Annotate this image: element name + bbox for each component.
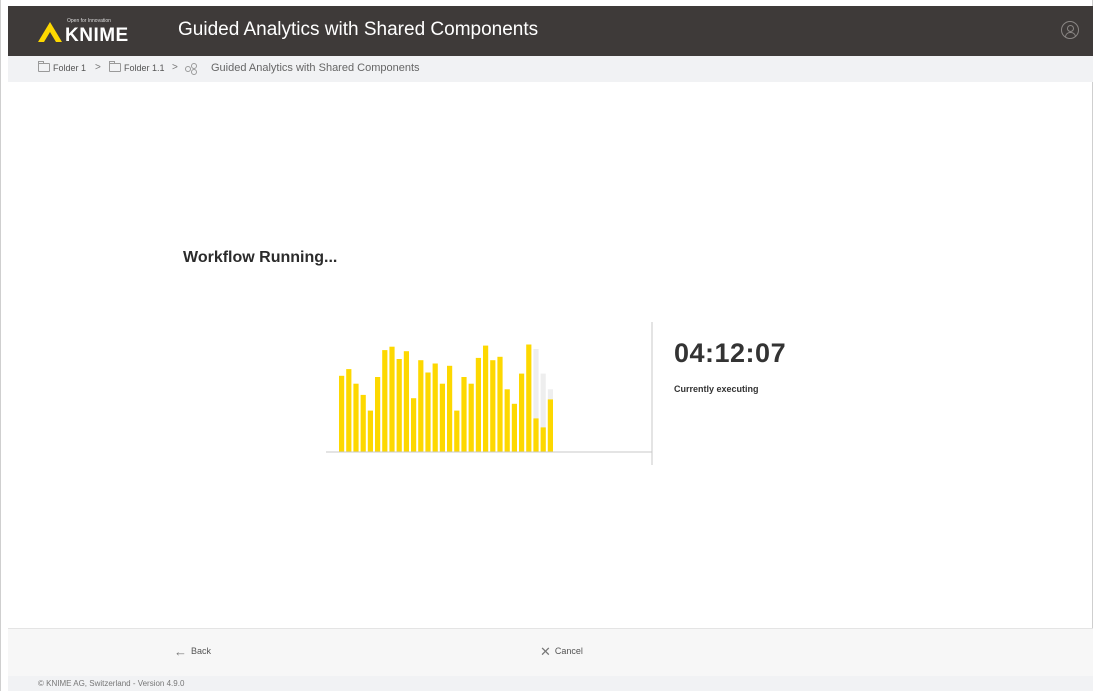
chart-bar — [519, 373, 525, 452]
chart-bar — [475, 357, 481, 452]
chart-bar — [540, 427, 546, 452]
breadcrumb: Folder 1 > Folder 1.1 > Guided Analytics… — [8, 56, 1093, 82]
breadcrumb-current: Guided Analytics with Shared Components — [211, 62, 420, 74]
chart-bar — [346, 369, 352, 452]
chart-bar — [533, 418, 539, 452]
execution-status: Currently executing — [674, 384, 759, 394]
chart-bar — [432, 363, 438, 452]
chart-bar — [483, 345, 489, 452]
chart-bar — [511, 403, 517, 452]
chart-bars — [339, 344, 553, 452]
copyright-bar: © KNIME AG, Switzerland - Version 4.9.0 — [8, 676, 1093, 691]
chart-bar — [375, 377, 381, 452]
chart-bar — [353, 383, 359, 452]
logo-wordmark: KNIME — [65, 25, 129, 46]
copyright-text: © KNIME AG, Switzerland - Version 4.9.0 — [38, 679, 185, 688]
breadcrumb-item-folder-1-1[interactable]: Folder 1.1 — [109, 61, 165, 73]
chart-bar — [504, 389, 510, 452]
chart-bar — [497, 356, 503, 452]
top-bar: Open for Innovation KNIME Guided Analyti… — [8, 6, 1093, 56]
chart-bar — [468, 383, 474, 452]
chart-bar — [360, 394, 366, 452]
chart-bar — [411, 398, 417, 452]
chart-bar — [389, 346, 395, 452]
close-icon: ✕ — [540, 644, 551, 659]
elapsed-timer: 04:12:07 — [674, 338, 787, 368]
user-account-icon[interactable] — [1061, 21, 1079, 39]
progress-chart — [326, 322, 653, 465]
workflow-icon — [185, 63, 197, 75]
cancel-button[interactable]: ✕ Cancel — [540, 644, 583, 660]
chart-bar — [439, 383, 445, 452]
chart-bar — [396, 359, 402, 452]
page-title: Guided Analytics with Shared Components — [178, 19, 539, 40]
breadcrumb-separator: > — [172, 62, 178, 73]
chart-bar — [418, 360, 424, 452]
chart-bar — [461, 377, 467, 452]
chart-bar — [490, 360, 496, 452]
chart-bar — [367, 410, 373, 452]
chart-bar — [547, 399, 553, 452]
folder-icon — [109, 61, 121, 72]
chart-bar — [454, 410, 460, 452]
chart-bar — [425, 372, 431, 452]
logo-tagline: Open for Innovation — [67, 18, 111, 24]
chart-bar — [526, 344, 532, 452]
breadcrumb-separator: > — [95, 62, 101, 73]
chart-bar — [403, 351, 409, 452]
folder-icon — [38, 61, 50, 72]
footer-bar: ← Back ✕ Cancel — [8, 628, 1093, 676]
chart-bar — [447, 365, 453, 452]
knime-logo[interactable]: Open for Innovation KNIME — [38, 16, 138, 48]
arrow-left-icon: ← — [174, 644, 187, 659]
chart-bar — [339, 375, 345, 452]
back-button[interactable]: ← Back — [174, 644, 211, 659]
breadcrumb-item-folder-1[interactable]: Folder 1 — [38, 61, 86, 73]
workflow-status-title: Workflow Running... — [183, 249, 338, 266]
chart-bar — [382, 350, 388, 452]
